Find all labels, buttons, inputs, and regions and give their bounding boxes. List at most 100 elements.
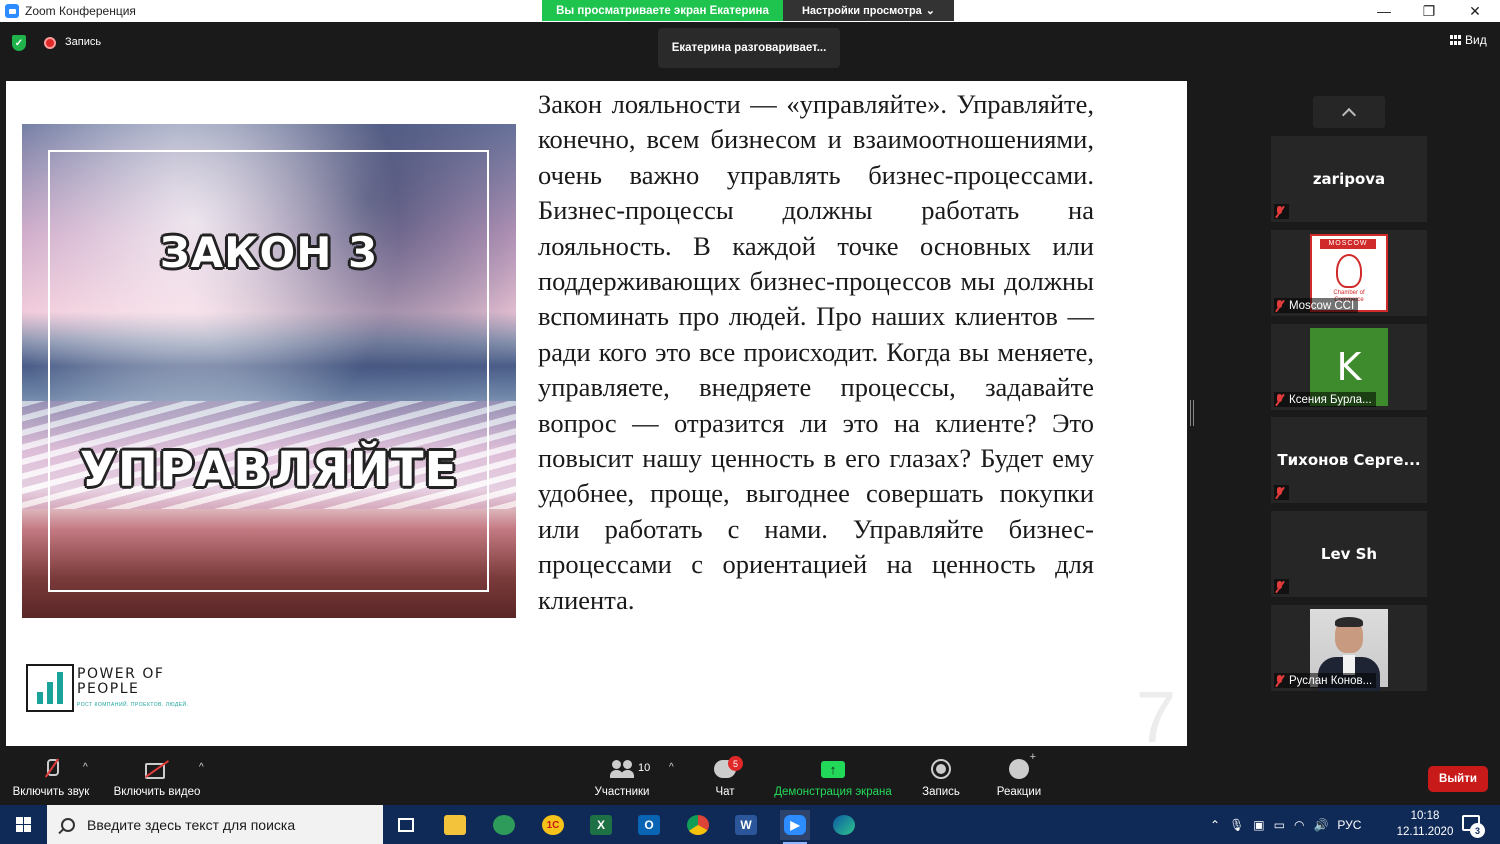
camera-off-icon [145,761,169,779]
meeting-top-strip: ✓ Запись Екатерина разговаривает... Вид [0,22,1500,80]
panel-splitter-handle[interactable] [1190,400,1194,426]
unmute-label: Включить звук [12,786,90,798]
participant-tile[interactable]: Lev Sh [1271,511,1427,597]
law-subtitle: УПРАВЛЯЙТЕ [79,442,459,498]
participant-status [1274,485,1289,500]
window-title: Zoom Конференция [25,4,136,18]
start-video-button[interactable]: Включить видео [111,756,203,804]
minimize-button[interactable]: — [1361,0,1407,22]
show-hidden-icons-chevron-icon[interactable]: ⌃ [1210,818,1220,832]
record-button[interactable]: Запись [920,756,962,804]
participant-label: Moscow CCI [1289,299,1355,312]
power-of-people-logo: POWER OF PEOPLE РОСТ КОМПАНИЙ. ПРОЕКТОВ.… [20,653,190,723]
view-options-button[interactable]: Настройки просмотра ⌄ [783,0,954,21]
recording-icon [44,37,56,49]
maximize-button[interactable]: ❐ [1406,0,1452,22]
participant-tile[interactable]: Тихонов Серге... [1271,417,1427,503]
microphone-tray-icon[interactable]: 🎙 [1229,818,1244,832]
view-options-label: Настройки просмотра [801,4,922,17]
participant-tile[interactable]: zaripova [1271,136,1427,222]
logo-bars-icon [26,664,74,712]
battery-icon[interactable]: ▭ [1274,818,1285,832]
minimize-icon: — [1377,3,1391,19]
screen-tray-icon[interactable]: ▣ [1253,818,1264,832]
file-explorer-button[interactable] [440,810,470,840]
logo-line-1: POWER OF [77,666,165,682]
chevron-down-icon: ⌄ [925,5,936,17]
outlook-icon: O [638,815,660,835]
participants-icon [610,760,634,778]
share-screen-button[interactable]: ↑ Демонстрация экрана [772,756,894,804]
notification-count-badge: 3 [1470,823,1485,838]
system-tray: ⌃ 🎙 ▣ ▭ ◠ 🔊 РУС [1210,805,1361,844]
chrome-button[interactable] [683,810,713,840]
input-language[interactable]: РУС [1337,818,1361,832]
microphone-muted-icon [44,759,59,779]
sea-photo: ЗАКОН 3 УПРАВЛЯЙТЕ [22,124,516,618]
shared-screen: ЗАКОН 3 УПРАВЛЯЙТЕ POWER OF PEOPLE РОСТ … [6,81,1187,746]
edge-button[interactable] [829,810,859,840]
meeting-toolbar: Включить звук ^ Включить видео ^ Участни… [0,748,1500,805]
mic-muted-icon [1274,486,1285,499]
record-icon [931,759,951,779]
wifi-icon[interactable]: ◠ [1294,818,1304,832]
start-button[interactable] [0,805,47,844]
caduceus-icon [1336,254,1362,288]
recording-label[interactable]: Запись [65,36,101,48]
folder-icon [444,815,466,835]
mic-muted-icon [1274,393,1285,406]
mic-muted-icon [1274,580,1285,593]
participants-count: 10 [638,762,651,774]
zoom-app-icon [5,4,19,18]
participant-tile[interactable]: Руслан Конов... [1271,605,1427,691]
view-button[interactable]: Вид [1450,33,1487,47]
search-placeholder: Введите здесь текст для поиска [87,816,296,833]
participants-label: Участники [594,786,650,798]
law-title: ЗАКОН 3 [159,228,379,277]
video-options-caret-icon[interactable]: ^ [199,762,204,773]
slide-body-text: Закон лояльности — «управляйте». Управля… [538,89,1094,615]
participants-options-caret-icon[interactable]: ^ [669,762,674,773]
outlook-button[interactable]: O [634,810,664,840]
mic-muted-icon [1274,299,1285,312]
logo-tagline: РОСТ КОМПАНИЙ. ПРОЕКТОВ. ЛЮДЕЙ. [77,702,189,708]
logo-line-2: PEOPLE [77,681,140,697]
reactions-button[interactable]: Реакции [996,751,1042,804]
participant-name: Lev Sh [1320,545,1378,563]
participant-status [1274,204,1289,219]
participant-name: zaripova [1312,170,1386,188]
maximize-icon: ❐ [1422,2,1436,19]
share-status-banner: Вы просматриваете экран Екатерина [542,0,783,21]
unmute-button[interactable]: Включить звук [10,756,92,804]
slide-page-number: 7 [1136,678,1177,746]
speaker-icon[interactable]: 🔊 [1313,818,1328,832]
logo-text: POWER OF PEOPLE [77,667,164,697]
chat-unread-badge: 5 [728,756,743,771]
participant-status: Руслан Конов... [1274,673,1377,688]
clock-time: 10:18 [1410,810,1440,822]
gallery-scroll-up-button[interactable] [1313,96,1385,128]
word-button[interactable]: W [731,810,761,840]
zoom-taskbar-button[interactable]: ▶ [780,810,810,844]
globe-icon [493,815,515,835]
close-button[interactable]: ✕ [1452,0,1498,22]
taskbar-search-box[interactable]: Введите здесь текст для поиска [47,805,383,844]
cci-logo-top: MOSCOW [1320,239,1376,249]
record-label: Запись [922,786,960,798]
task-view-button[interactable] [391,810,421,840]
participant-status: Ксения Бурла... [1274,392,1376,407]
windows-taskbar: Введите здесь текст для поиска 1С X O W … [0,805,1500,844]
excel-button[interactable]: X [586,810,616,840]
participant-tile[interactable]: MOSCOW Chamber of Commerce Moscow CCI [1271,230,1427,316]
audio-options-caret-icon[interactable]: ^ [83,762,88,773]
security-shield-icon[interactable]: ✓ [12,35,26,51]
maps-app-button[interactable] [489,810,519,840]
zoom-icon: ▶ [784,815,806,835]
clock-date: 12.11.2020 [1396,826,1454,838]
system-clock[interactable]: 10:18 12.11.2020 [1396,808,1454,840]
participant-tile[interactable]: K Ксения Бурла... [1271,324,1427,410]
participant-label: Руслан Конов... [1289,674,1373,687]
1c-app-button[interactable]: 1С [538,810,568,840]
leave-meeting-button[interactable]: Выйти [1428,766,1488,792]
participant-status: Moscow CCI [1274,298,1359,313]
